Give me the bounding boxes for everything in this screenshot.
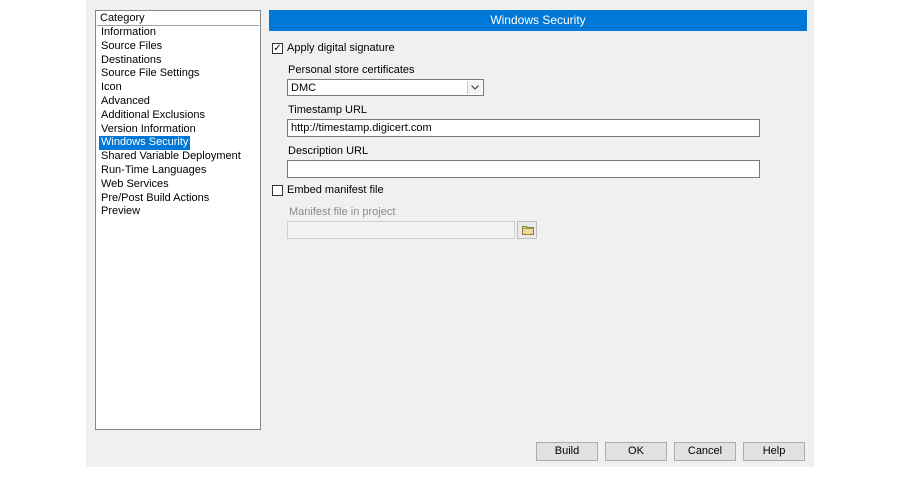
chevron-down-icon[interactable] [467, 81, 482, 94]
description-input[interactable] [287, 160, 760, 178]
apply-signature-row[interactable]: ✓ Apply digital signature [272, 41, 395, 55]
embed-manifest-checkbox[interactable] [272, 184, 283, 196]
cert-select[interactable]: DMC [287, 79, 484, 96]
category-item-information[interactable]: Information [99, 26, 243, 40]
build-button[interactable]: Build [536, 442, 598, 461]
timestamp-label: Timestamp URL [288, 104, 368, 116]
manifest-input[interactable] [287, 221, 515, 239]
category-item-additional-exclusions[interactable]: Additional Exclusions [99, 109, 243, 123]
category-item-run-time-languages[interactable]: Run-Time Languages [99, 164, 243, 178]
category-item-shared-variable-deployment[interactable]: Shared Variable Deployment [99, 150, 243, 164]
folder-icon [522, 226, 534, 235]
category-item-windows-security[interactable]: Windows Security [99, 136, 191, 151]
category-item-source-files[interactable]: Source Files [99, 40, 243, 54]
category-item-version-information[interactable]: Version Information [99, 123, 243, 137]
category-item-destinations[interactable]: Destinations [99, 54, 243, 68]
help-button[interactable]: Help [743, 442, 805, 461]
category-item-icon[interactable]: Icon [99, 81, 243, 95]
category-items: Information Source Files Destinations So… [99, 26, 243, 219]
category-item-pre-post-build-actions[interactable]: Pre/Post Build Actions [99, 192, 243, 206]
embed-manifest-row[interactable]: Embed manifest file [272, 183, 384, 197]
category-item-source-file-settings[interactable]: Source File Settings [99, 67, 243, 81]
cert-selected-value: DMC [291, 82, 317, 94]
timestamp-input[interactable]: http://timestamp.digicert.com [287, 119, 760, 137]
apply-signature-checkbox[interactable]: ✓ [272, 42, 283, 54]
description-label: Description URL [288, 145, 369, 157]
manifest-label: Manifest file in project [289, 206, 396, 218]
check-mark-icon: ✓ [273, 42, 282, 54]
ok-button[interactable]: OK [605, 442, 667, 461]
cert-label: Personal store certificates [288, 64, 415, 76]
browse-button[interactable] [517, 221, 537, 239]
embed-manifest-label: Embed manifest file [287, 184, 384, 196]
category-list[interactable]: Category Information Source Files Destin… [95, 10, 261, 430]
category-header: Category [100, 12, 145, 24]
category-item-advanced[interactable]: Advanced [99, 95, 243, 109]
panel-title: Windows Security [269, 10, 807, 31]
category-item-preview[interactable]: Preview [99, 205, 243, 219]
apply-signature-label: Apply digital signature [287, 42, 395, 54]
category-item-web-services[interactable]: Web Services [99, 178, 243, 192]
cancel-button[interactable]: Cancel [674, 442, 736, 461]
